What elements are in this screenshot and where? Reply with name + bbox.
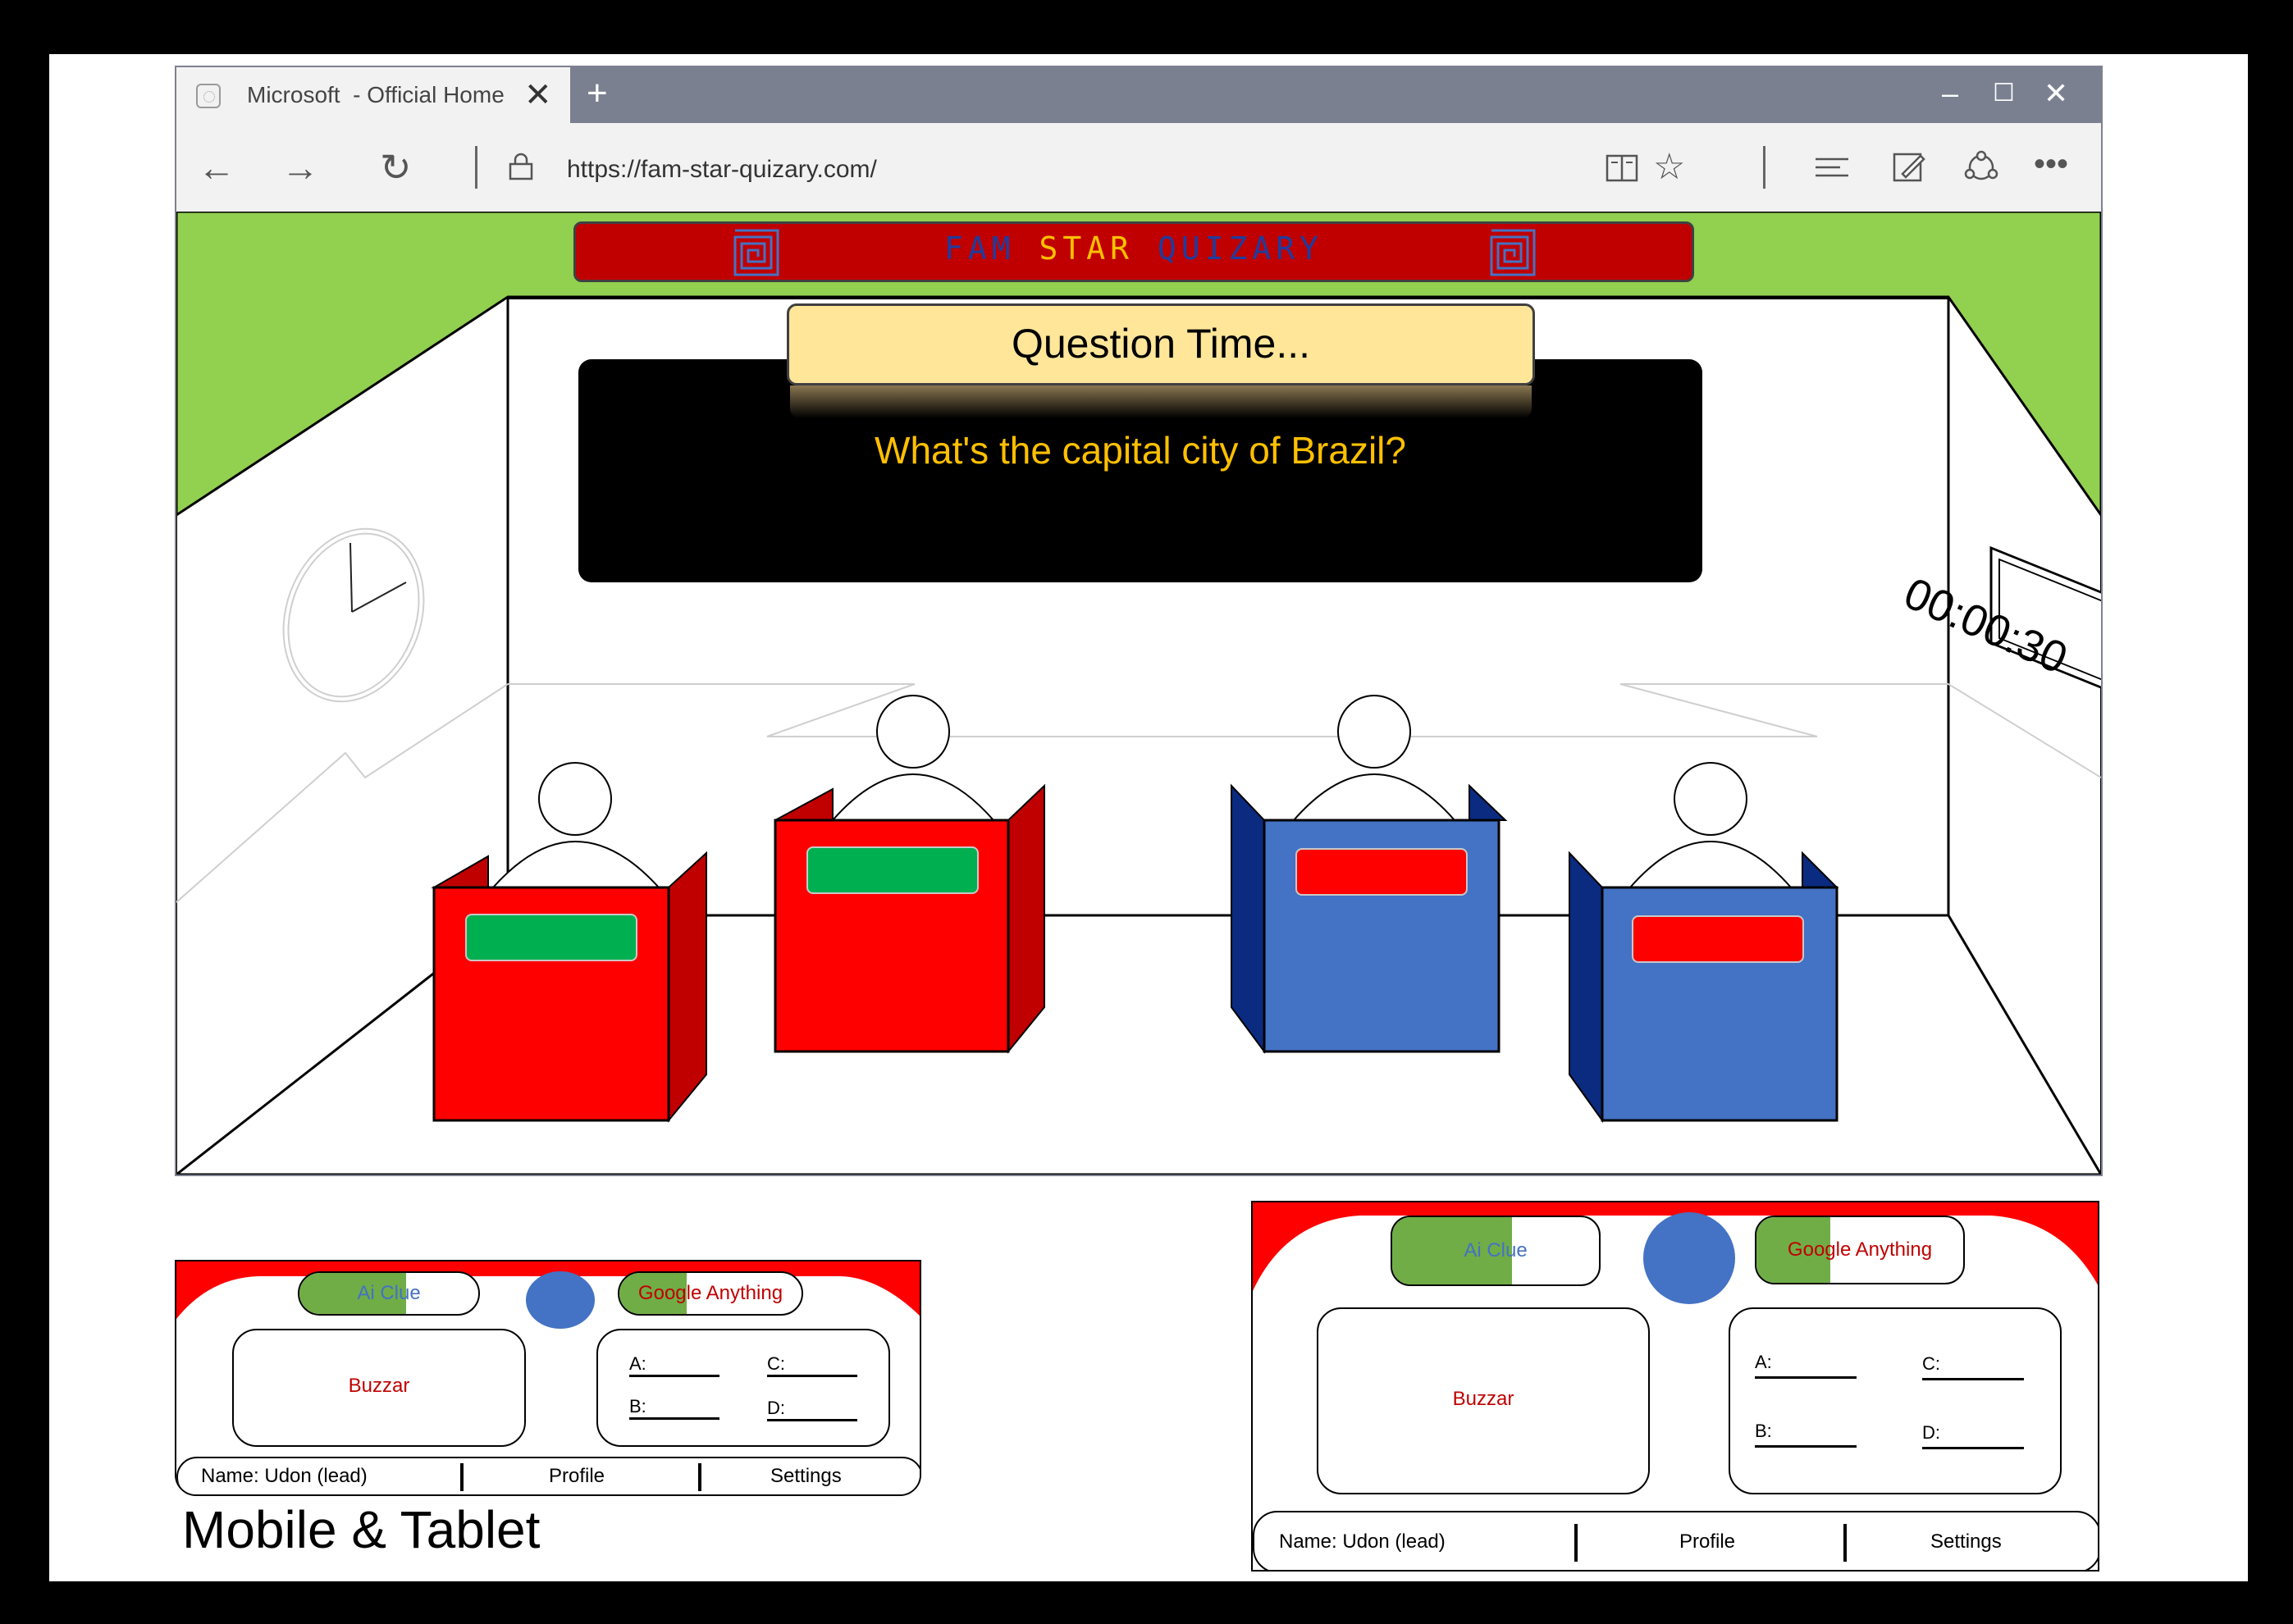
answer-d[interactable]: D: [1922,1422,2024,1449]
answer-d[interactable]: D: [767,1398,857,1421]
divider [460,1463,464,1491]
answer-b[interactable]: B: [629,1396,719,1420]
tab-title: Microsoft - Official Home [247,82,505,107]
show-banner: FAM STAR QUIZARY [573,221,1694,282]
answer-c[interactable]: C: [1922,1353,2024,1380]
browser-window: Microsoft - Official Home ✕ + – ☐ ✕ ← → … [175,66,2103,1176]
user-name: Name: Udon (lead) [1279,1530,1446,1553]
ai-clue-button[interactable]: Ai Clue [1391,1216,1601,1286]
podium-indicator [1295,848,1468,896]
share-icon[interactable] [1963,149,1999,185]
hub-icon[interactable] [1814,154,1850,180]
ai-clue-button[interactable]: Ai Clue [298,1271,480,1316]
google-anything-button[interactable]: Google Anything [618,1271,803,1316]
question-text: What's the capital city of Brazil? [875,429,1406,472]
browser-tab[interactable]: Microsoft - Official Home ✕ [176,67,570,123]
maximize-button[interactable]: ☐ [1993,72,2015,115]
user-name: Name: Udon (lead) [201,1465,368,1487]
status-bar: Name: Udon (lead) Profile Settings [1253,1511,2098,1570]
podium-indicator [1632,915,1804,963]
divider [698,1463,701,1491]
answer-a[interactable]: A: [1755,1352,1857,1379]
profile-link[interactable]: Profile [1679,1530,1735,1553]
lock-icon [509,153,533,180]
google-anything-button[interactable]: Google Anything [1755,1216,1965,1284]
buzzer-button[interactable]: Buzzar [1317,1307,1650,1494]
favorite-icon[interactable]: ☆ [1653,144,1685,190]
mobile-controller: Ai Clue Google Anything Buzzar A: C: B: … [175,1260,921,1496]
web-note-icon[interactable] [1891,149,1927,185]
settings-link[interactable]: Settings [770,1465,842,1488]
back-icon[interactable]: ← [198,144,235,190]
tablet-controller: Ai Clue Google Anything Buzzar A: C: B: … [1251,1201,2099,1572]
reading-view-icon[interactable] [1604,149,1640,185]
podium-indicator [465,914,637,961]
toolbar-divider [1763,146,1765,189]
answer-b[interactable]: B: [1755,1421,1857,1448]
divider [1574,1524,1578,1562]
close-window-button[interactable]: ✕ [2044,72,2068,115]
toolbar-divider [475,146,477,189]
answer-options: A: C: B: D: [596,1329,890,1447]
answer-options: A: C: B: D: [1729,1307,2062,1494]
profile-link[interactable]: Profile [549,1465,605,1488]
buzzer-light [1643,1212,1735,1304]
podium-indicator [806,846,979,894]
settings-link[interactable]: Settings [1930,1530,2002,1553]
divider [1843,1524,1847,1562]
url-field[interactable]: https://fam-star-quizary.com/ [567,156,877,184]
forward-icon[interactable]: → [281,144,319,190]
buzzer-button[interactable]: Buzzar [232,1329,526,1447]
mockup-caption: Mobile & Tablet [182,1500,541,1559]
answer-c[interactable]: C: [767,1353,857,1377]
address-toolbar: ← → ↻ https://fam-star-quizary.com/ ☆ ••… [176,123,2101,213]
tab-bar: Microsoft - Official Home ✕ + – ☐ ✕ [176,67,2101,123]
question-header: Question Time... [787,303,1535,385]
tab-favicon-icon [196,84,221,108]
header-reflection [790,385,1532,418]
tab-close-icon[interactable]: ✕ [524,75,552,115]
answer-a[interactable]: A: [629,1353,719,1377]
refresh-icon[interactable]: ↻ [380,144,412,190]
more-icon[interactable]: ••• [2034,141,2068,187]
status-bar: Name: Udon (lead) Profile Settings [176,1457,920,1494]
buzzer-light [526,1271,595,1329]
game-stage: FAM STAR QUIZARY Question Time... What's… [176,212,2101,1175]
minimize-button[interactable]: – [1942,72,1958,115]
new-tab-button[interactable]: + [587,72,608,115]
maze-ornament-icon [1490,229,1536,276]
